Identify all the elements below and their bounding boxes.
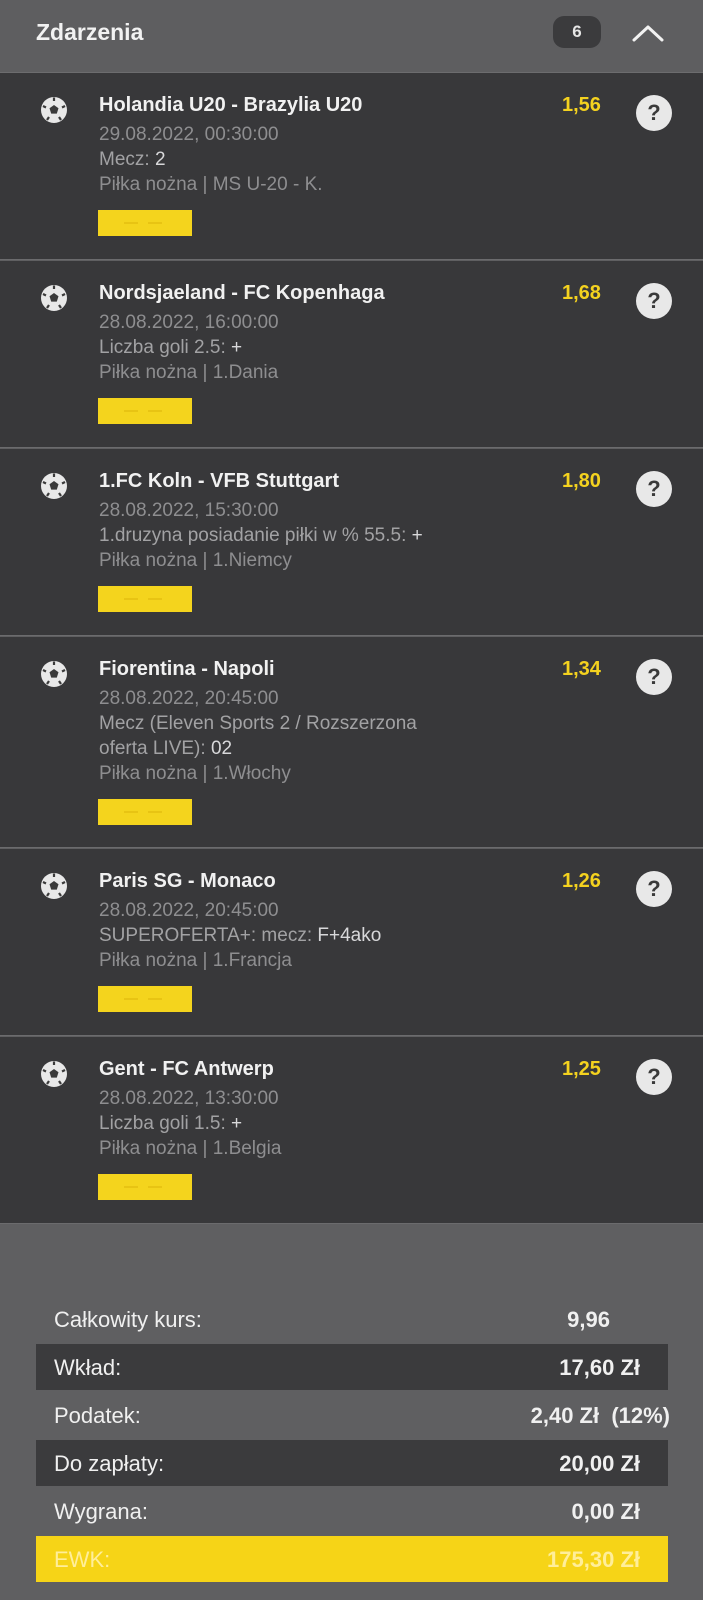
odds-value: 1,25 — [562, 1058, 601, 1080]
win-label: Wygrana: — [54, 1499, 148, 1524]
help-icon[interactable]: ? — [636, 1059, 672, 1095]
odds-value: 1,26 — [562, 870, 601, 892]
ewk-label: EWK: — [54, 1547, 111, 1572]
bet-market: Mecz: 2 — [99, 149, 166, 171]
event-row[interactable]: Gent - FC Antwerp 1,25 ? 28.08.2022, 13:… — [0, 1037, 703, 1224]
football-icon — [41, 285, 67, 311]
match-name: Gent - FC Antwerp — [99, 1058, 274, 1080]
market-selection: + — [231, 1113, 243, 1134]
help-icon[interactable]: ? — [636, 283, 672, 319]
league-info: Piłka nożna | 1.Dania — [99, 362, 279, 383]
football-icon — [41, 97, 67, 123]
bet-market: Liczba goli 2.5: + — [99, 337, 242, 359]
league-info: Piłka nożna | 1.Niemcy — [99, 550, 292, 571]
events-header[interactable]: Zdarzenia 6 — [0, 0, 703, 73]
market-label: Mecz: — [99, 149, 155, 170]
status-bar — [98, 799, 192, 825]
match-datetime: 28.08.2022, 20:45:00 — [99, 900, 279, 921]
help-icon[interactable]: ? — [636, 471, 672, 507]
odds-value: 1,34 — [562, 658, 601, 680]
header-title: Zdarzenia — [36, 19, 144, 45]
ewk-value: 175,30 Zł — [547, 1547, 640, 1572]
league-info: Piłka nożna | 1.Francja — [99, 950, 292, 971]
status-bar — [98, 1174, 192, 1200]
stake-label: Wkład: — [54, 1355, 122, 1380]
odds-value: 1,80 — [562, 470, 601, 492]
help-icon[interactable]: ? — [636, 659, 672, 695]
league-info: Piłka nożna | MS U-20 - K. — [99, 174, 323, 195]
match-datetime: 28.08.2022, 20:45:00 — [99, 688, 279, 709]
chevron-up-icon — [632, 25, 664, 42]
match-name: Holandia U20 - Brazylia U20 — [99, 94, 363, 116]
total-odds-row: Całkowity kurs: 9,96 — [36, 1296, 668, 1342]
match-name: Paris SG - Monaco — [99, 870, 276, 892]
league-info: Piłka nożna | 1.Włochy — [99, 763, 291, 784]
match-datetime: 28.08.2022, 16:00:00 — [99, 312, 279, 333]
stake-value: 17,60 Zł — [559, 1355, 640, 1380]
event-row[interactable]: Holandia U20 - Brazylia U20 1,56 ? 29.08… — [0, 73, 703, 260]
market-label-continued: oferta LIVE): — [99, 738, 211, 759]
to-pay-label: Do zapłaty: — [54, 1451, 165, 1476]
market-label: Liczba goli 2.5: — [99, 337, 232, 358]
total-odds-label: Całkowity kurs: — [54, 1307, 202, 1332]
bet-market: Mecz (Eleven Sports 2 / Rozszerzona — [99, 713, 417, 735]
total-odds-value: 9,96 — [567, 1307, 610, 1332]
event-row[interactable]: Fiorentina - Napoli 1,34 ? 28.08.2022, 2… — [0, 637, 703, 848]
to-pay-value: 20,00 Zł — [559, 1451, 640, 1476]
football-icon — [41, 661, 67, 687]
football-icon — [41, 1061, 67, 1087]
status-bar — [98, 210, 192, 236]
market-selection: + — [411, 525, 423, 546]
market-label: Liczba goli 1.5: — [99, 1113, 232, 1134]
match-datetime: 29.08.2022, 00:30:00 — [99, 124, 279, 145]
tax-value: 2,40 Zł (12%) — [530, 1403, 670, 1428]
market-selection: 02 — [210, 738, 233, 759]
event-row[interactable]: Nordsjaeland - FC Kopenhaga 1,68 ? 28.08… — [0, 261, 703, 448]
events-count-badge: 6 — [553, 16, 601, 48]
stake-row: Wkład: 17,60 Zł — [36, 1344, 668, 1390]
market-label: 1.druzyna posiadanie piłki w % 55.5: — [99, 525, 412, 546]
bet-market: SUPEROFERTA+: mecz: F+4ako — [99, 925, 381, 947]
to-pay-row: Do zapłaty: 20,00 Zł — [36, 1440, 668, 1486]
tax-row: Podatek: 2,40 Zł (12%) — [36, 1392, 670, 1438]
odds-value: 1,56 — [562, 94, 601, 116]
tax-label: Podatek: — [54, 1403, 141, 1428]
bet-market: 1.druzyna posiadanie piłki w % 55.5: + — [99, 525, 423, 547]
market-selection: + — [231, 337, 243, 358]
match-name: Nordsjaeland - FC Kopenhaga — [99, 282, 385, 304]
market-label: Mecz (Eleven Sports 2 / Rozszerzona — [99, 713, 417, 734]
help-icon[interactable]: ? — [636, 95, 672, 131]
event-row[interactable]: Paris SG - Monaco 1,26 ? 28.08.2022, 20:… — [0, 849, 703, 1036]
collapse-button[interactable] — [628, 16, 668, 52]
league-info: Piłka nożna | 1.Belgia — [99, 1138, 282, 1159]
status-bar — [98, 986, 192, 1012]
match-datetime: 28.08.2022, 13:30:00 — [99, 1088, 279, 1109]
ewk-row: EWK: 175,30 Zł — [36, 1536, 668, 1582]
bet-summary: Całkowity kurs: 9,96 Wkład: 17,60 Zł Pod… — [0, 1224, 703, 1600]
win-value: 0,00 Zł — [571, 1499, 640, 1524]
football-icon — [41, 873, 67, 899]
odds-value: 1,68 — [562, 282, 601, 304]
market-selection: 2 — [154, 149, 166, 170]
market-label: SUPEROFERTA+: mecz: — [99, 925, 318, 946]
win-row: Wygrana: 0,00 Zł — [36, 1488, 668, 1534]
status-bar — [98, 398, 192, 424]
help-icon[interactable]: ? — [636, 871, 672, 907]
bet-market-continued: oferta LIVE): 02 — [99, 738, 232, 760]
status-bar — [98, 586, 192, 612]
match-name: 1.FC Koln - VFB Stuttgart — [99, 470, 339, 492]
market-selection: F+4ako — [317, 925, 382, 946]
football-icon — [41, 473, 67, 499]
match-name: Fiorentina - Napoli — [99, 658, 275, 680]
match-datetime: 28.08.2022, 15:30:00 — [99, 500, 279, 521]
bet-market: Liczba goli 1.5: + — [99, 1113, 242, 1135]
event-row[interactable]: 1.FC Koln - VFB Stuttgart 1,80 ? 28.08.2… — [0, 449, 703, 636]
